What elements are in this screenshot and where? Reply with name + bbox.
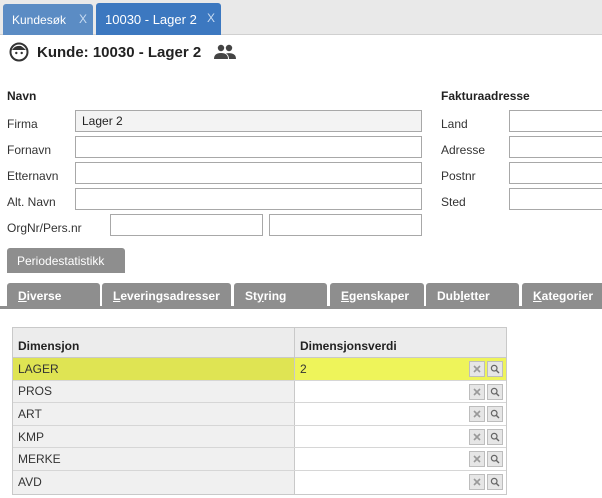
- clear-icon[interactable]: [469, 451, 485, 468]
- grid-header-row: Dimensjon Dimensjonsverdi: [13, 328, 506, 358]
- invoice-section-title: Fakturaadresse: [441, 89, 530, 103]
- alt-navn-label: Alt. Navn: [7, 195, 56, 209]
- dimension-grid: Dimensjon Dimensjonsverdi LAGER 2 PROS A…: [12, 327, 507, 495]
- dimension-cell: MERKE: [13, 448, 295, 470]
- sted-label: Sted: [441, 195, 466, 209]
- table-row[interactable]: MERKE: [13, 448, 506, 471]
- search-icon[interactable]: [487, 451, 503, 468]
- search-icon[interactable]: [487, 473, 503, 490]
- tab-label-pre: Dub: [437, 289, 461, 303]
- column-header-dimensjon[interactable]: Dimensjon: [13, 328, 295, 357]
- tab-label-rest: genskaper: [349, 289, 410, 303]
- clear-icon[interactable]: [469, 473, 485, 490]
- tab-label-rest: ategorier: [541, 289, 594, 303]
- land-label: Land: [441, 117, 468, 131]
- clear-icon[interactable]: [469, 406, 485, 423]
- column-header-dimensjonsverdi[interactable]: Dimensjonsverdi: [295, 328, 506, 357]
- row-actions: [469, 428, 503, 445]
- search-icon[interactable]: [487, 406, 503, 423]
- dimension-cell: LAGER: [13, 358, 295, 380]
- tab-dubletter[interactable]: Dub l etter: [426, 283, 519, 309]
- alt-navn-field[interactable]: [75, 188, 422, 210]
- row-actions: [469, 361, 503, 377]
- tab-label: Kundesøk: [12, 12, 67, 27]
- dimension-cell: PROS: [13, 380, 295, 403]
- postnr-label: Postnr: [441, 169, 476, 183]
- sted-field[interactable]: [509, 188, 602, 210]
- orgnr-label: OrgNr/Pers.nr: [7, 221, 82, 235]
- tab-accesskey: K: [533, 289, 542, 303]
- tab-accesskey: E: [341, 289, 350, 303]
- tab-kundesok[interactable]: Kundesøk X: [3, 4, 93, 35]
- clear-icon[interactable]: [469, 383, 485, 400]
- tab-bar: Kundesøk X 10030 - Lager 2 X: [0, 0, 602, 35]
- tab-accesskey: L: [113, 289, 121, 303]
- table-row[interactable]: PROS: [13, 380, 506, 404]
- name-section-title: Navn: [7, 89, 37, 103]
- page-header: Kunde: 10030 - Lager 2: [9, 40, 237, 64]
- tab-label-pre: St: [245, 289, 257, 303]
- clear-icon[interactable]: [469, 361, 485, 377]
- tab-accesskey: y: [257, 289, 264, 303]
- adresse-field[interactable]: [509, 136, 602, 158]
- search-icon[interactable]: [487, 428, 503, 445]
- tab-kategorier[interactable]: Kategorier: [522, 283, 602, 309]
- tab-label-rest: ring: [263, 289, 287, 303]
- orgnr-field[interactable]: [110, 214, 263, 236]
- row-actions: [469, 473, 503, 490]
- row-actions: [469, 451, 503, 468]
- tab-label: 10030 - Lager 2: [105, 11, 197, 27]
- adresse-label: Adresse: [441, 143, 486, 157]
- table-row[interactable]: AVD: [13, 470, 506, 494]
- postnr-field[interactable]: [509, 162, 602, 184]
- tab-customer[interactable]: 10030 - Lager 2 X: [96, 3, 221, 35]
- tab-periodestatistikk[interactable]: Periodestatistikk: [7, 248, 125, 273]
- customer-page: Kundesøk X 10030 - Lager 2 X Kunde: 1003…: [0, 0, 602, 498]
- face-icon: [9, 42, 29, 62]
- tab-diverse[interactable]: Diverse: [7, 283, 100, 309]
- search-icon[interactable]: [487, 361, 503, 377]
- table-row[interactable]: ART: [13, 403, 506, 426]
- group-icon[interactable]: [213, 44, 237, 60]
- dimension-cell: AVD: [13, 470, 295, 494]
- tab-close-icon[interactable]: X: [79, 12, 87, 26]
- tab-accesskey: D: [18, 289, 27, 303]
- fornavn-field[interactable]: [75, 136, 422, 158]
- tab-label-rest: everingsadresser: [120, 289, 220, 303]
- pers-nr-field[interactable]: [269, 214, 422, 236]
- etternavn-field[interactable]: [75, 162, 422, 184]
- etternavn-label: Etternavn: [7, 169, 59, 183]
- tab-styring[interactable]: St y ring: [234, 283, 327, 309]
- table-row[interactable]: LAGER 2: [13, 358, 506, 381]
- tab-close-icon[interactable]: X: [207, 11, 215, 25]
- tab-label-rest: etter: [463, 289, 490, 303]
- page-title: Kunde: 10030 - Lager 2: [37, 43, 202, 61]
- land-field[interactable]: [509, 110, 602, 132]
- clear-icon[interactable]: [469, 428, 485, 445]
- subtab-bar: Diverse Leveringsadresser St y ring Egensk…: [0, 281, 602, 309]
- search-icon[interactable]: [487, 383, 503, 400]
- dimension-cell: ART: [13, 403, 295, 425]
- table-row[interactable]: KMP: [13, 425, 506, 449]
- tab-label-rest: iverse: [26, 289, 62, 303]
- firma-field[interactable]: Lager 2: [75, 110, 422, 132]
- fornavn-label: Fornavn: [7, 143, 52, 157]
- row-actions: [469, 406, 503, 423]
- tab-leveringsadresser[interactable]: Leveringsadresser: [102, 283, 231, 309]
- row-actions: [469, 383, 503, 400]
- tab-egenskaper[interactable]: Egenskaper: [330, 283, 424, 309]
- firma-label: Firma: [7, 117, 38, 131]
- dimension-cell: KMP: [13, 425, 295, 448]
